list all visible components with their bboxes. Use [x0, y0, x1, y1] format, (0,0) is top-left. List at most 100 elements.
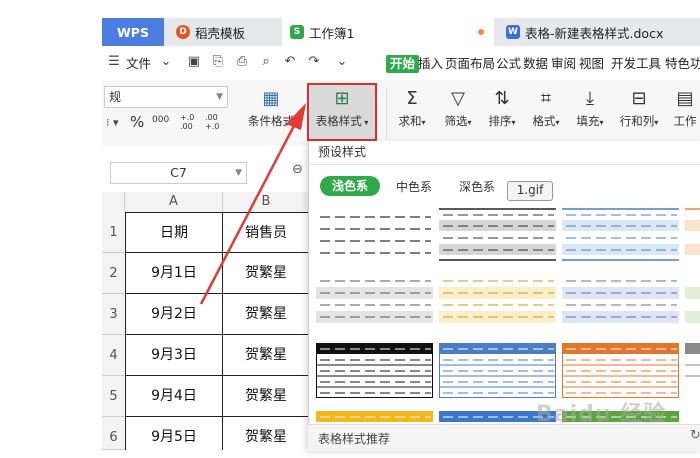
panel-divider — [308, 164, 700, 165]
style-swatch-light-gray-band[interactable] — [316, 275, 433, 330]
style-recommendation-link[interactable]: 表格样式推荐 — [318, 430, 390, 447]
word-doc-icon: W — [506, 25, 520, 39]
ribbon-divider — [386, 88, 387, 138]
format-button[interactable]: ⌗ 格式▾ — [526, 88, 566, 129]
customize-toolbar-icon[interactable]: ⌄ — [334, 54, 350, 70]
row-header[interactable]: 2 — [102, 253, 125, 294]
redo-icon[interactable]: ↷ — [306, 54, 322, 70]
percent-button[interactable]: % — [130, 113, 144, 131]
tab-template[interactable]: D 稻壳模板 — [168, 18, 278, 46]
table-cell[interactable]: 贺繁星 — [223, 376, 310, 417]
hamburger-menu-icon[interactable]: ☰ — [106, 54, 122, 70]
style-swatch-orange-header[interactable] — [562, 343, 679, 398]
table-cell[interactable]: 日期 — [125, 212, 223, 253]
decrease-decimal-button[interactable]: .00 +.0 — [205, 113, 227, 131]
filter-icon: ▽ — [451, 88, 465, 109]
menu-item-data[interactable]: 数据 — [523, 55, 548, 73]
sort-button[interactable]: ⇅ 排序▾ — [482, 88, 522, 129]
refresh-icon[interactable]: ↻ — [690, 428, 700, 443]
row-header[interactable]: 1 — [102, 212, 125, 253]
row-col-label: 行和列 — [619, 114, 655, 128]
sigma-icon: Σ — [406, 88, 418, 109]
chevron-down-icon: ▾ — [467, 118, 472, 127]
filter-label: 筛选 — [444, 114, 468, 128]
file-menu[interactable]: 文件 — [126, 55, 151, 73]
thousands-separator-button[interactable]: 000 — [152, 115, 169, 125]
print-icon[interactable]: ⎙ — [234, 54, 250, 70]
menu-item-features[interactable]: 特色功 — [665, 55, 700, 73]
filter-button[interactable]: ▽ 筛选▾ — [438, 88, 478, 129]
menu-item-insert[interactable]: 插入 — [418, 55, 443, 73]
tab-document[interactable]: W 表格-新建表格样式.docx — [498, 18, 700, 46]
style-swatch-light-gray[interactable] — [439, 207, 556, 262]
filter-dark-colors[interactable]: 深色系 — [459, 178, 495, 195]
name-box[interactable]: C7 ▼ — [110, 162, 247, 184]
menu-item-review[interactable]: 审阅 — [551, 55, 576, 73]
style-swatch-black-header[interactable] — [316, 343, 433, 398]
chevron-down-icon: ▾ — [361, 118, 369, 127]
filter-light-colors[interactable]: 浅色系 — [320, 176, 380, 196]
table-cell[interactable]: 9月2日 — [125, 294, 223, 335]
style-swatch-light-green[interactable] — [685, 275, 700, 330]
menu-item-formula[interactable]: 公式 — [496, 55, 521, 73]
row-col-button[interactable]: ⊟ 行和列▾ — [614, 88, 664, 129]
sort-label: 排序 — [488, 114, 512, 128]
tab-workbook[interactable]: S 工作簿1 — [282, 18, 494, 46]
style-swatch-blue-header[interactable] — [439, 343, 556, 398]
name-box-value: C7 — [170, 165, 187, 180]
tab-wps[interactable]: WPS — [102, 18, 164, 46]
table-cell[interactable]: 贺繁星 — [223, 253, 310, 294]
table-cell[interactable]: 销售员 — [223, 212, 310, 253]
column-header-a[interactable]: A — [125, 192, 223, 212]
style-swatch-light-blue[interactable] — [562, 207, 679, 262]
style-swatch-light-yellow[interactable] — [439, 275, 556, 330]
menu-item-view[interactable]: 视图 — [579, 55, 604, 73]
fill-icon: ⤓ — [586, 88, 594, 109]
style-swatch-gray-header[interactable] — [685, 343, 700, 398]
worksheet-button[interactable]: ▤ 工作 — [670, 88, 700, 129]
filter-medium-colors[interactable]: 中色系 — [396, 178, 432, 195]
zoom-search-icon[interactable]: ⊖ — [292, 162, 303, 177]
table-cell[interactable]: 贺繁星 — [223, 335, 310, 376]
number-format-select[interactable]: 规 ▼ — [104, 86, 228, 108]
table-cell[interactable]: 贺繁星 — [223, 294, 310, 335]
sum-button[interactable]: Σ 求和▾ — [393, 88, 431, 129]
style-swatch-light-orange[interactable] — [685, 207, 700, 262]
fill-label: 填充 — [576, 114, 600, 128]
row-header[interactable]: 5 — [102, 376, 125, 417]
select-all-corner[interactable] — [102, 192, 125, 212]
chevron-down-icon[interactable]: ⌄ — [158, 54, 174, 70]
table-style-button-content: ⊞ 表格样式 ▾ — [307, 88, 377, 129]
table-cell[interactable]: 贺繁星 — [223, 417, 310, 450]
table-cell[interactable]: 9月3日 — [125, 335, 223, 376]
conditional-format-button[interactable]: ▦ 条件格式 — [238, 88, 304, 129]
worksheet-icon: ▤ — [676, 88, 694, 109]
save-icon[interactable]: ▣ — [186, 54, 202, 70]
style-swatch-none[interactable] — [316, 207, 433, 262]
table-cell[interactable]: 9月5日 — [125, 417, 223, 450]
conditional-format-icon: ▦ — [262, 88, 280, 109]
print-preview-icon[interactable]: ⌕ — [258, 54, 274, 70]
spreadsheet-icon: S — [290, 25, 304, 39]
tab-workbook-label: 工作簿1 — [309, 25, 355, 41]
row-header[interactable]: 3 — [102, 294, 125, 335]
row-header[interactable]: 4 — [102, 335, 125, 376]
table-cell[interactable]: 9月4日 — [125, 376, 223, 417]
menu-item-page-layout[interactable]: 页面布局 — [445, 55, 495, 73]
export-icon[interactable]: ⎘ — [210, 54, 226, 70]
menu-item-developer[interactable]: 开发工具 — [611, 55, 661, 73]
format-label: 格式 — [532, 114, 556, 128]
style-swatch-yellow-header[interactable] — [316, 411, 433, 424]
style-swatch-light-periwinkle[interactable] — [562, 275, 679, 330]
undo-icon[interactable]: ↶ — [282, 54, 298, 70]
chevron-down-icon: ▾ — [421, 118, 426, 127]
column-header-b[interactable]: B — [223, 192, 310, 212]
table-cell[interactable]: 9月1日 — [125, 253, 223, 294]
row-header[interactable]: 6 — [102, 417, 125, 450]
fill-button[interactable]: ⤓ 填充▾ — [570, 88, 610, 129]
chevron-down-icon: ▾ — [511, 118, 516, 127]
unsaved-dot-icon — [478, 29, 484, 35]
menu-item-start[interactable]: 开始 — [386, 55, 420, 73]
increase-decimal-button[interactable]: +.0 .00 — [180, 113, 202, 131]
currency-format-button[interactable]: ⁝ ▾ — [106, 116, 119, 129]
